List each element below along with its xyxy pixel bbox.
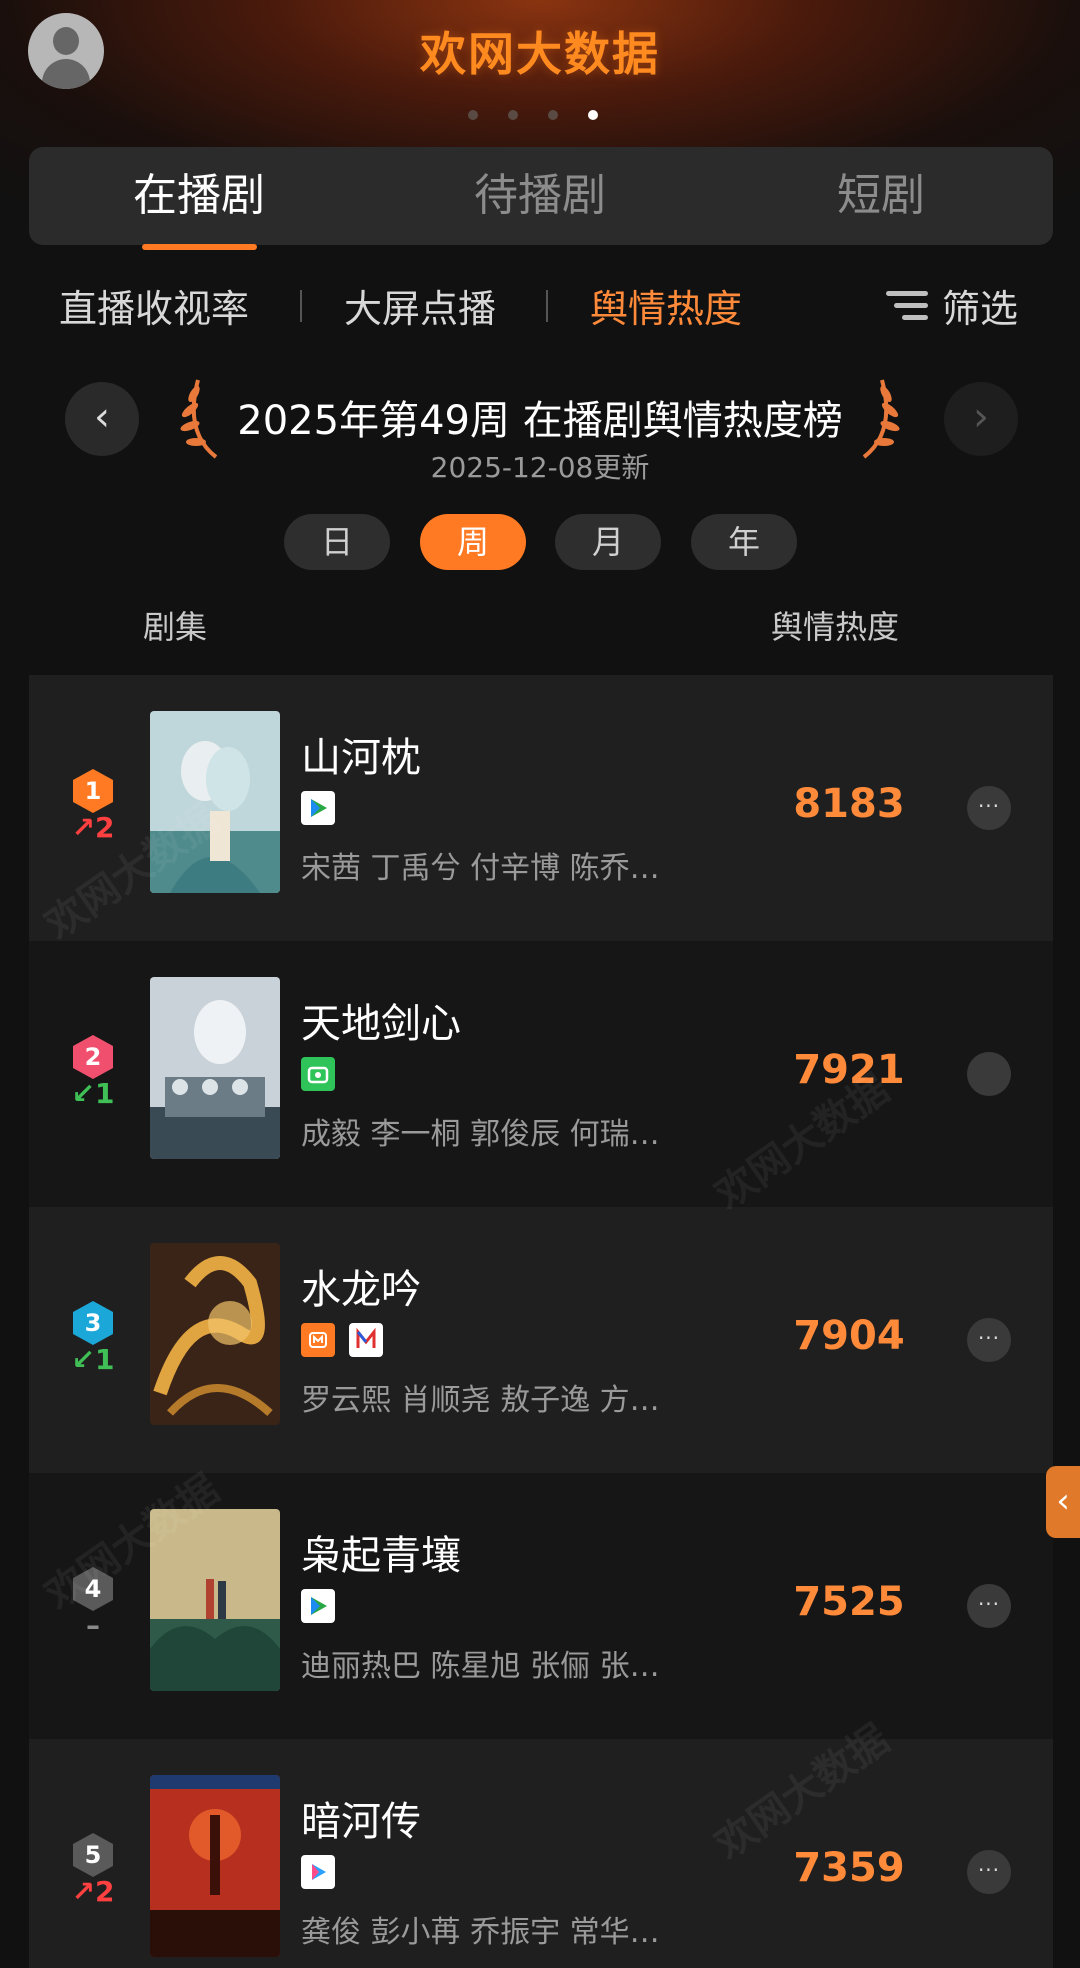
carousel-dots — [468, 110, 598, 120]
platform-icons — [301, 1057, 335, 1091]
app-logo: 欢网大数据 — [420, 27, 660, 81]
tencent-video-icon — [301, 1589, 335, 1623]
column-header-series: 剧集 — [143, 608, 208, 646]
more-options-button[interactable]: ··· — [967, 786, 1011, 830]
cast-list: 成毅 李一桐 郭俊辰 何瑞… — [301, 1117, 660, 1152]
poster-image[interactable] — [150, 977, 280, 1159]
rank-badge: 1 — [73, 769, 113, 813]
heat-score: 7904 — [793, 1313, 905, 1359]
ranking-updated-date: 2025-12-08更新 — [430, 451, 650, 484]
ranking-row[interactable]: 2 ↙1 天地剑心 成毅 李一桐 郭俊辰 何瑞… 7921 — [29, 941, 1053, 1207]
cast-list: 迪丽热巴 陈星旭 张俪 张… — [301, 1649, 660, 1684]
youku-icon — [301, 1855, 335, 1889]
ranking-row[interactable]: 3 ↙1 水龙吟 罗云熙 肖顺尧 敖子逸 方… 7904 ··· — [29, 1207, 1053, 1473]
filter-button[interactable]: 筛选 — [886, 278, 1018, 333]
more-options-button[interactable] — [967, 1052, 1011, 1096]
rank-change: ↗2 — [71, 811, 115, 844]
platform-icons — [301, 791, 335, 825]
series-title[interactable]: 山河枕 — [301, 725, 421, 783]
divider — [546, 290, 548, 322]
sub-tab-bar: 直播收视率 大屏点播 舆情热度 筛选 — [0, 278, 1080, 338]
tab-upcoming[interactable]: 待播剧 — [410, 147, 670, 245]
cast-list: 宋茜 丁禹兮 付辛博 陈乔… — [301, 851, 660, 886]
cast-list: 龚俊 彭小苒 乔振宇 常华… — [301, 1915, 660, 1950]
platform-icons — [301, 1589, 335, 1623]
rank-badge: 5 — [73, 1833, 113, 1877]
iqiyi-icon — [301, 1057, 335, 1091]
series-title[interactable]: 天地剑心 — [301, 991, 461, 1049]
more-options-button[interactable]: ··· — [967, 1318, 1011, 1362]
filter-icon — [886, 289, 928, 323]
rank-change: ↙1 — [71, 1343, 115, 1376]
period-week[interactable]: 周 — [420, 514, 526, 570]
tencent-video-icon — [301, 791, 335, 825]
rank-badge: 3 — [73, 1301, 113, 1345]
carousel-dot[interactable] — [548, 110, 558, 120]
platform-icons — [301, 1855, 335, 1889]
subtab-live-ratings[interactable]: 直播收视率 — [59, 278, 249, 333]
poster-image[interactable] — [150, 1243, 280, 1425]
active-tab-indicator — [142, 244, 257, 250]
ranking-title: 2025年第49周 在播剧舆情热度榜 — [237, 398, 843, 444]
tab-short-drama[interactable]: 短剧 — [751, 147, 1011, 245]
column-header-metric: 舆情热度 — [771, 608, 900, 646]
more-options-button[interactable]: ··· — [967, 1850, 1011, 1894]
main-tab-bar: 在播剧 待播剧 短剧 — [29, 147, 1053, 245]
series-title[interactable]: 枭起青壤 — [301, 1523, 461, 1581]
subtab-public-opinion[interactable]: 舆情热度 — [590, 278, 742, 333]
series-title[interactable]: 水龙吟 — [301, 1257, 421, 1315]
series-title[interactable]: 暗河传 — [301, 1789, 421, 1847]
heat-score: 8183 — [793, 781, 905, 827]
tab-airing[interactable]: 在播剧 — [69, 147, 329, 245]
heat-score: 7525 — [793, 1579, 905, 1625]
cast-list: 罗云熙 肖顺尧 敖子逸 方… — [301, 1383, 660, 1418]
mango-tv-icon — [301, 1323, 335, 1357]
period-month[interactable]: 月 — [555, 514, 661, 570]
ranking-row[interactable]: 5 ↗2 暗河传 龚俊 彭小苒 乔振宇 常华… 7359 ··· — [29, 1739, 1053, 1968]
side-drawer-toggle[interactable]: ‹ — [1046, 1466, 1080, 1538]
carousel-dot-active[interactable] — [588, 110, 598, 120]
divider — [300, 290, 302, 322]
rank-change: ↙1 — [71, 1077, 115, 1110]
poster-image[interactable] — [150, 1775, 280, 1957]
carousel-dot[interactable] — [468, 110, 478, 120]
more-options-button[interactable]: ··· — [967, 1584, 1011, 1628]
period-day[interactable]: 日 — [284, 514, 390, 570]
rank-badge: 2 — [73, 1035, 113, 1079]
filter-label: 筛选 — [942, 287, 1019, 331]
subtab-big-screen-vod[interactable]: 大屏点播 — [344, 278, 496, 333]
rank-change: ↗2 — [71, 1875, 115, 1908]
period-year[interactable]: 年 — [691, 514, 797, 570]
heat-score: 7359 — [793, 1845, 905, 1891]
migu-icon — [349, 1323, 383, 1357]
platform-icons — [301, 1323, 383, 1357]
carousel-dot[interactable] — [508, 110, 518, 120]
